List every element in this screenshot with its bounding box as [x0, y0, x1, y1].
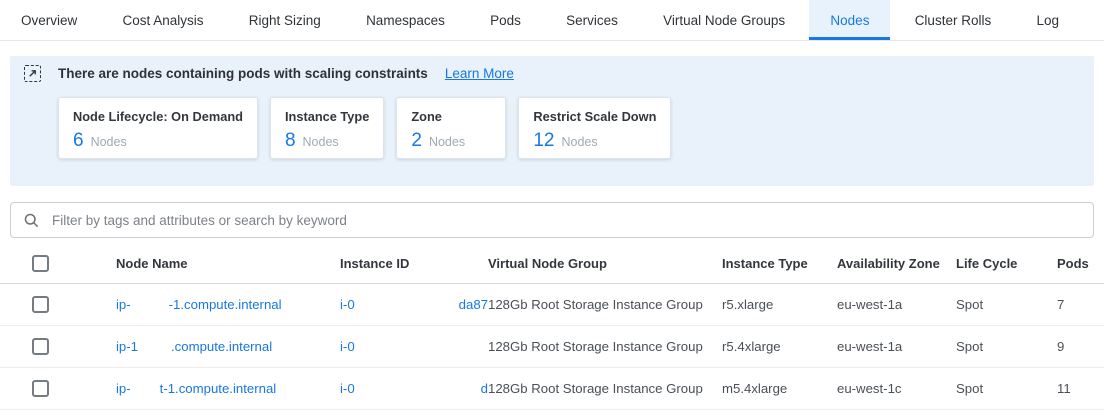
virtual-node-group-cell: 128Gb Root Storage Instance Group	[488, 381, 722, 396]
text-fragment: i-0	[340, 297, 355, 312]
text-fragment: i-0	[340, 381, 355, 396]
banner-message: There are nodes containing pods with sca…	[58, 66, 428, 81]
card-title: Node Lifecycle: On Demand	[73, 109, 243, 124]
row-checkbox[interactable]	[32, 380, 49, 397]
column-header-life-cycle: Life Cycle	[956, 256, 1057, 271]
text-fragment: t-1.compute.internal	[160, 381, 277, 396]
row-checkbox-cell	[0, 380, 116, 397]
instance-type-cell: r5.4xlarge	[722, 339, 837, 354]
text-fragment: ip-	[116, 297, 131, 312]
row-checkbox-cell	[0, 338, 116, 355]
instance-id-link[interactable]: i-0	[340, 339, 488, 354]
text-fragment: ip-1	[116, 339, 138, 354]
card-title: Instance Type	[285, 109, 369, 124]
table-row: ip- -1.compute.internal i-0 da87128Gb Root …	[0, 284, 1104, 326]
table-body: ip--1.compute.internali-0da87128Gb Root …	[0, 284, 1104, 410]
column-header-availability-zone: Availability Zone	[837, 256, 956, 271]
text-fragment: ip-	[116, 381, 131, 396]
life-cycle-cell: Spot	[956, 339, 1057, 354]
instance-id-link[interactable]: i-0 d	[340, 381, 488, 396]
text-fragment: da87	[459, 297, 488, 312]
card-count-row: 8 Nodes	[285, 130, 369, 152]
search-input[interactable]	[50, 212, 1081, 229]
life-cycle-cell: Spot	[956, 297, 1057, 312]
card-count-row: 6 Nodes	[73, 130, 243, 152]
card-unit: Nodes	[303, 135, 339, 149]
virtual-node-group-cell: 128Gb Root Storage Instance Group	[488, 339, 722, 354]
learn-more-link[interactable]: Learn More	[445, 66, 514, 81]
node-name-link[interactable]: ip- -1.compute.internal	[116, 297, 340, 312]
tab-cluster-rolls[interactable]: Cluster Rolls	[894, 0, 1013, 40]
tab-log[interactable]: Log	[1015, 0, 1080, 40]
column-header-virtual-node-group: Virtual Node Group	[488, 256, 722, 271]
row-checkbox-cell	[0, 296, 116, 313]
constraint-card-zone[interactable]: Zone 2 Nodes	[396, 97, 506, 159]
card-count: 6	[73, 130, 84, 152]
constraint-summary-cards: Node Lifecycle: On Demand6NodesInstance …	[58, 97, 1094, 159]
constraint-card-instance-type[interactable]: Instance Type 8 Nodes	[270, 97, 384, 159]
nodes-table: Node NameInstance IDVirtual Node GroupIn…	[0, 244, 1104, 410]
instance-type-cell: m5.4xlarge	[722, 381, 837, 396]
availability-zone-cell: eu-west-1a	[837, 297, 956, 312]
filter-search-box[interactable]	[10, 202, 1094, 238]
tab-bar: OverviewCost AnalysisRight SizingNamespa…	[0, 0, 1104, 41]
text-fragment: .compute.internal	[171, 339, 272, 354]
life-cycle-cell: Spot	[956, 381, 1057, 396]
text-fragment: i-0	[340, 339, 355, 354]
pods-cell: 11	[1057, 381, 1104, 396]
node-name-link[interactable]: ip-1 .compute.internal	[116, 339, 340, 354]
instance-type-cell: r5.xlarge	[722, 297, 837, 312]
header-checkbox-cell	[0, 255, 116, 272]
text-fragment: -1.compute.internal	[169, 297, 282, 312]
redacted-gap	[355, 308, 459, 309]
search-icon	[23, 212, 40, 229]
instance-id-link[interactable]: i-0 da87	[340, 297, 488, 312]
redacted-gap	[131, 308, 169, 309]
card-count: 2	[411, 130, 422, 152]
scaling-constraint-icon	[24, 65, 41, 82]
redacted-gap	[355, 392, 481, 393]
scaling-constraints-banner: There are nodes containing pods with sca…	[10, 56, 1094, 186]
select-all-checkbox[interactable]	[32, 255, 49, 272]
card-unit: Nodes	[429, 135, 465, 149]
row-checkbox[interactable]	[32, 338, 49, 355]
card-title: Zone	[411, 109, 491, 124]
availability-zone-cell: eu-west-1a	[837, 339, 956, 354]
redacted-gap	[131, 392, 160, 393]
constraint-card-node-lifecycle-on-demand[interactable]: Node Lifecycle: On Demand 6 Nodes	[58, 97, 258, 159]
tab-right-sizing[interactable]: Right Sizing	[228, 0, 342, 40]
text-fragment: d	[481, 381, 488, 396]
column-header-pods: Pods	[1057, 256, 1104, 271]
card-title: Restrict Scale Down	[533, 109, 656, 124]
card-count: 8	[285, 130, 296, 152]
constraint-card-restrict-scale-down[interactable]: Restrict Scale Down 12 Nodes	[518, 97, 671, 159]
card-count-row: 12 Nodes	[533, 130, 656, 152]
column-header-instance-id: Instance ID	[340, 256, 488, 271]
banner-message-row: There are nodes containing pods with sca…	[10, 56, 1094, 82]
redacted-gap	[138, 350, 171, 351]
pods-cell: 9	[1057, 339, 1104, 354]
tab-overview[interactable]: Overview	[0, 0, 98, 40]
availability-zone-cell: eu-west-1c	[837, 381, 956, 396]
card-unit: Nodes	[91, 135, 127, 149]
tab-nodes[interactable]: Nodes	[809, 0, 890, 40]
card-unit: Nodes	[562, 135, 598, 149]
tab-pods[interactable]: Pods	[469, 0, 542, 40]
tab-services[interactable]: Services	[545, 0, 639, 40]
virtual-node-group-cell: 128Gb Root Storage Instance Group	[488, 297, 722, 312]
tab-cost-analysis[interactable]: Cost Analysis	[102, 0, 225, 40]
row-checkbox[interactable]	[32, 296, 49, 313]
tab-namespaces[interactable]: Namespaces	[345, 0, 466, 40]
column-header-node-name: Node Name	[116, 256, 340, 271]
card-count-row: 2 Nodes	[411, 130, 491, 152]
card-count: 12	[533, 130, 554, 152]
table-row: ip-1 .compute.internal i-0 128Gb Root Stora…	[0, 326, 1104, 368]
column-header-instance-type: Instance Type	[722, 256, 837, 271]
tab-virtual-node-groups[interactable]: Virtual Node Groups	[642, 0, 806, 40]
pods-cell: 7	[1057, 297, 1104, 312]
table-header-row: Node NameInstance IDVirtual Node GroupIn…	[0, 244, 1104, 284]
node-name-link[interactable]: ip-t-1.compute.internal	[116, 381, 340, 396]
